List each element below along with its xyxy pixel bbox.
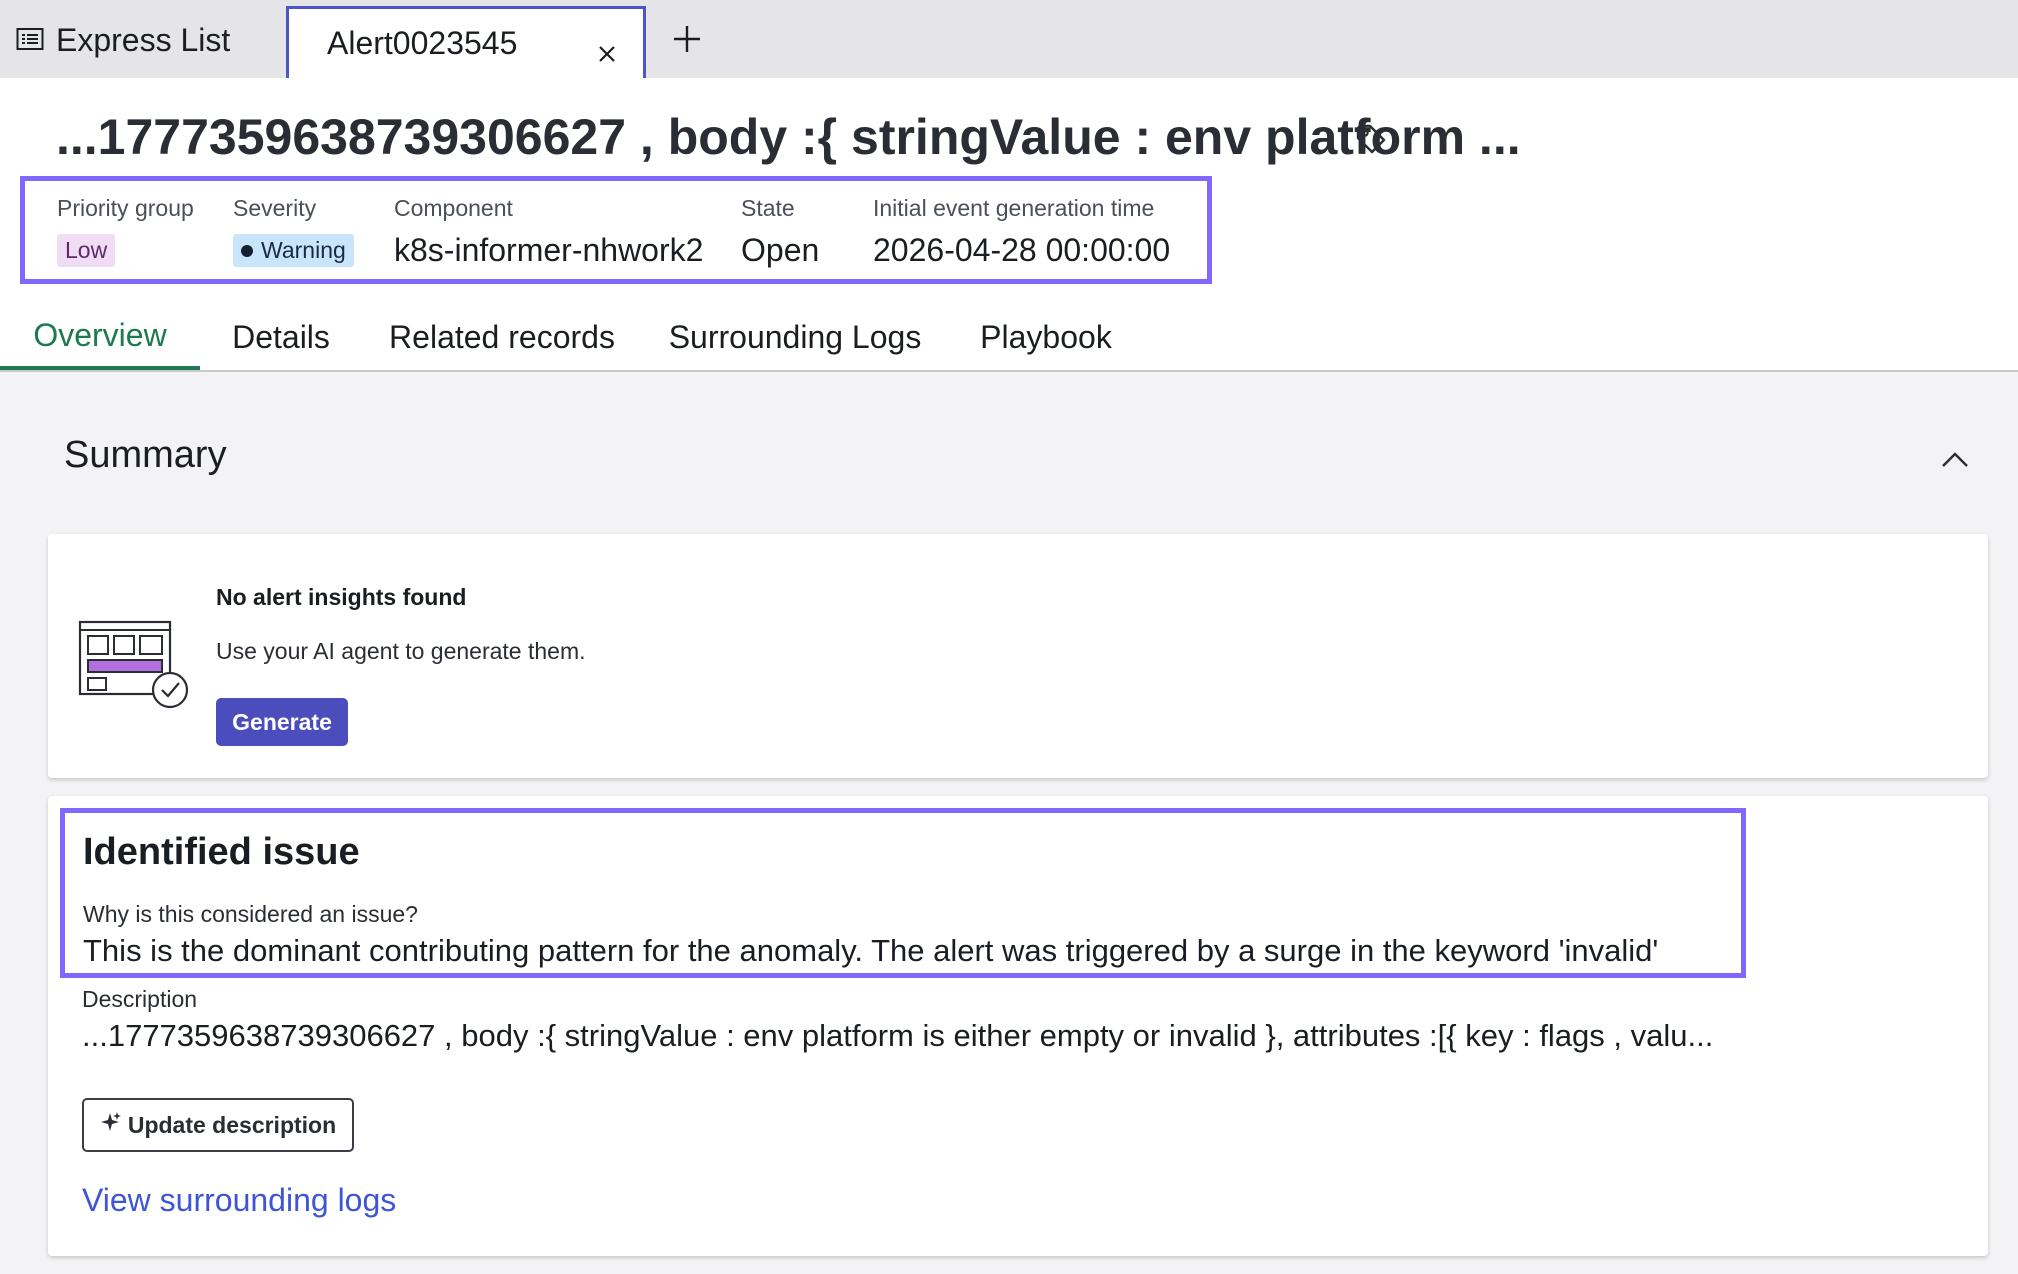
component-label: Component bbox=[394, 195, 513, 221]
issue-why-label: Why is this considered an issue? bbox=[83, 901, 418, 927]
description-text: ...1777359638739306627 , body :{ stringV… bbox=[82, 1018, 1714, 1053]
express-list-tab[interactable]: Express List bbox=[16, 18, 230, 62]
alert-tab-label: Alert0023545 bbox=[327, 25, 518, 61]
priority-group-field: Priority group Low bbox=[57, 195, 194, 267]
page-title: ...1777359638739306627 , body :{ stringV… bbox=[56, 109, 1521, 165]
component-field: Component k8s-informer-nhwork2 bbox=[394, 195, 703, 269]
update-description-label: Update description bbox=[127, 1111, 337, 1138]
component-value: k8s-informer-nhwork2 bbox=[394, 232, 704, 268]
identified-issue-card: Identified issue Why is this considered … bbox=[48, 796, 1988, 1256]
close-icon[interactable] bbox=[597, 35, 617, 62]
issue-why-text: This is the dominant contributing patter… bbox=[83, 933, 1659, 968]
initial-time-value: 2026-04-28 00:00:00 bbox=[873, 232, 1171, 268]
initial-time-field: Initial event generation time 2026-04-28… bbox=[873, 195, 1170, 269]
state-value: Open bbox=[741, 232, 820, 268]
record-header: ...1777359638739306627 , body :{ stringV… bbox=[0, 78, 2018, 372]
status-dot-icon bbox=[241, 244, 253, 257]
update-description-button[interactable]: Update description bbox=[82, 1098, 354, 1152]
state-field: State Open bbox=[741, 195, 819, 269]
description-label: Description bbox=[82, 986, 198, 1012]
tab-alert[interactable]: Alert0023545 bbox=[286, 6, 646, 78]
summary-title: Summary bbox=[64, 434, 227, 476]
severity-label: Severity bbox=[233, 195, 317, 221]
tab-overview[interactable]: Overview bbox=[0, 304, 200, 370]
tab-playbook[interactable]: Playbook bbox=[966, 304, 1126, 370]
initial-time-label: Initial event generation time bbox=[873, 195, 1155, 221]
generate-button[interactable]: Generate bbox=[216, 698, 348, 746]
tab-related-records[interactable]: Related records bbox=[374, 304, 630, 370]
plus-icon[interactable] bbox=[672, 24, 702, 54]
severity-value: Warning bbox=[261, 237, 346, 263]
view-surrounding-logs-link[interactable]: View surrounding logs bbox=[82, 1182, 396, 1219]
tag-icon[interactable] bbox=[1354, 122, 1388, 156]
express-list-label: Express List bbox=[56, 21, 231, 58]
chevron-up-icon[interactable] bbox=[1940, 448, 1970, 470]
severity-badge: Warning bbox=[233, 234, 354, 267]
issue-highlight: Identified issue Why is this considered … bbox=[60, 808, 1746, 978]
severity-field: Severity Warning bbox=[233, 195, 354, 267]
tab-bar: Express List Alert0023545 bbox=[0, 0, 2018, 78]
priority-badge: Low bbox=[57, 234, 116, 267]
tab-surrounding-logs[interactable]: Surrounding Logs bbox=[662, 304, 928, 370]
insights-text: Use your AI agent to generate them. bbox=[216, 638, 586, 664]
sparkle-icon bbox=[100, 1111, 122, 1139]
insights-card: No alert insights found Use your AI agen… bbox=[48, 534, 1988, 778]
meta-summary-highlight: Priority group Low Severity Warning Comp… bbox=[20, 176, 1212, 284]
list-icon bbox=[16, 22, 44, 59]
insights-illustration bbox=[78, 618, 192, 712]
insights-title: No alert insights found bbox=[216, 584, 467, 610]
state-label: State bbox=[741, 195, 795, 221]
priority-group-label: Priority group bbox=[57, 195, 194, 221]
issue-title: Identified issue bbox=[83, 831, 360, 873]
tab-details[interactable]: Details bbox=[200, 304, 362, 370]
record-tabs: Overview Details Related records Surroun… bbox=[0, 304, 2018, 372]
